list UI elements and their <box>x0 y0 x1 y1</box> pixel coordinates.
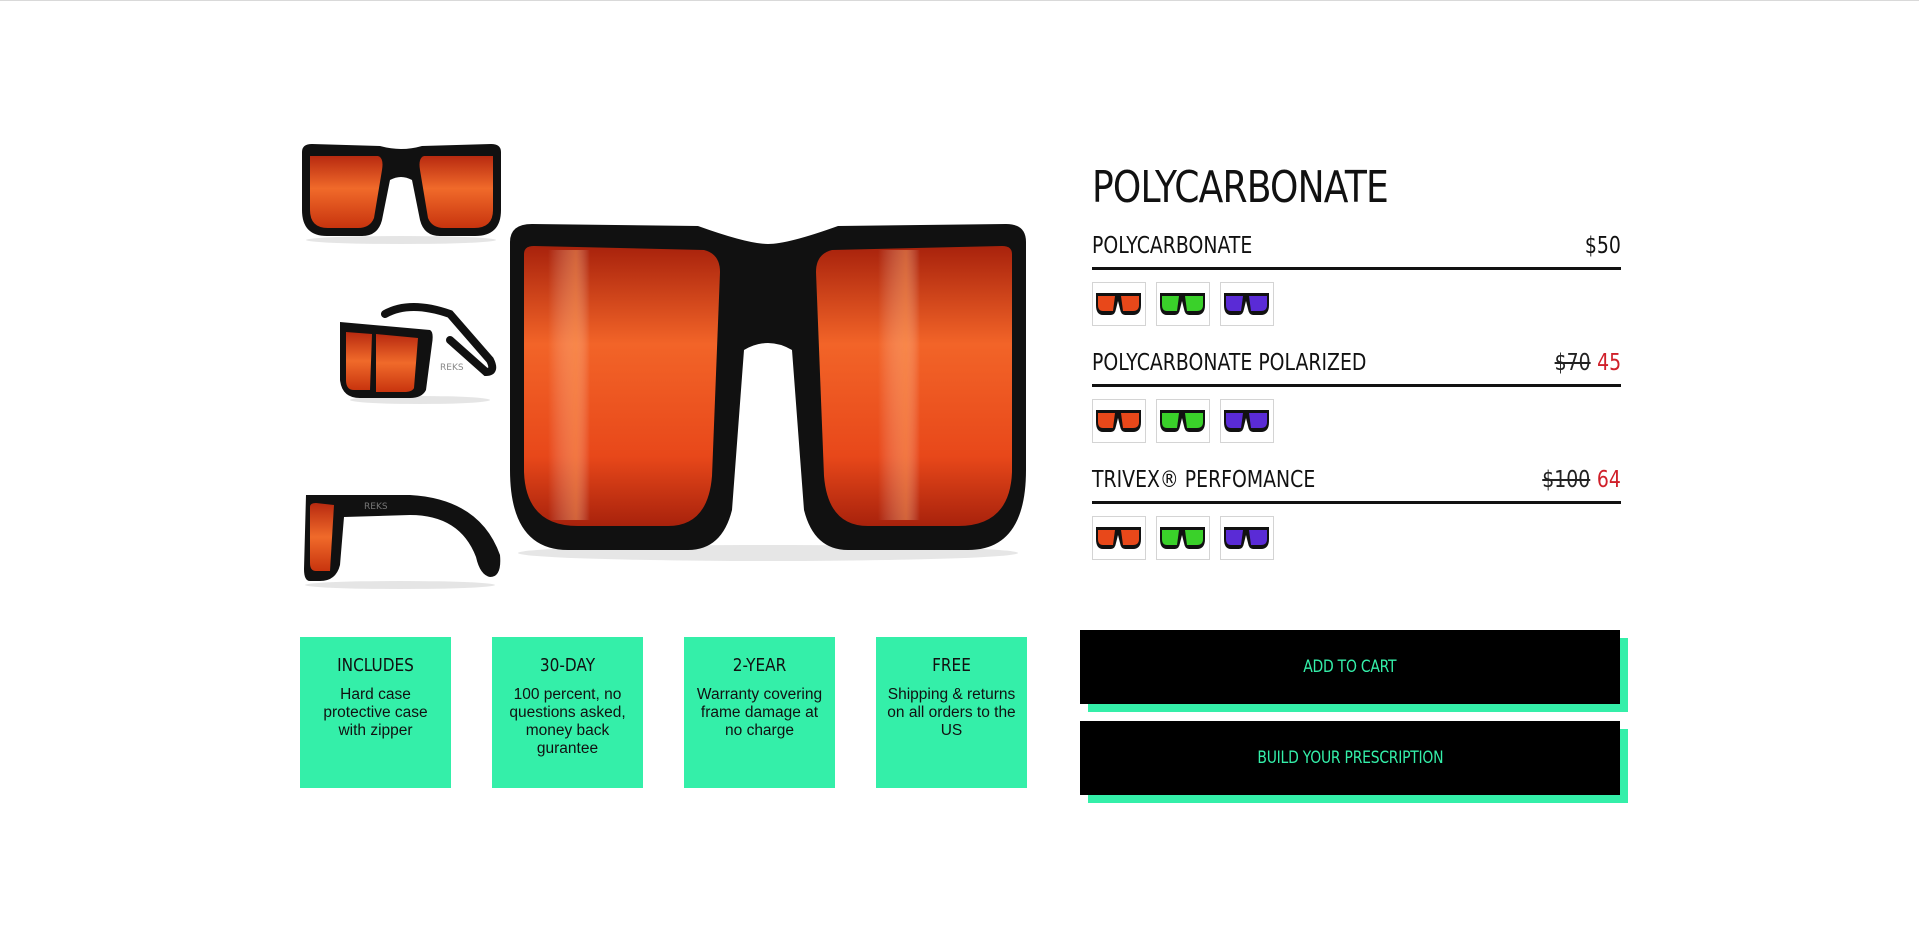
purple-lens-icon <box>1224 527 1269 549</box>
variant-header: TRIVEX® PERFOMANCE $100 64 <box>1092 467 1621 504</box>
feature-includes: INCLUDES Hard case protective case with … <box>300 637 451 788</box>
brand-logo: REKS <box>364 502 388 512</box>
add-to-cart-wrapper: ADD TO CART <box>1080 630 1628 712</box>
feature-heading: 30-DAY <box>539 655 596 676</box>
add-to-cart-label: ADD TO CART <box>1303 657 1397 677</box>
swatch-red-mirror[interactable] <box>1092 516 1146 560</box>
thumbnail-front[interactable] <box>300 140 503 245</box>
purple-lens-icon <box>1224 293 1269 315</box>
original-price: $100 <box>1542 467 1591 493</box>
sunglasses-angled-image: REKS <box>340 303 497 404</box>
purple-lens-icon <box>1224 410 1269 432</box>
price: $50 <box>1584 233 1621 259</box>
thumbnail-side[interactable]: REKS <box>300 485 503 590</box>
green-lens-icon <box>1160 293 1205 315</box>
feature-heading: INCLUDES <box>337 655 414 676</box>
sunglasses-main-image <box>510 224 1026 561</box>
green-lens-icon <box>1160 410 1205 432</box>
feature-text: Warranty covering frame damage at no cha… <box>696 686 823 739</box>
red-lens-icon <box>1096 293 1141 315</box>
build-prescription-wrapper: BUILD YOUR PRESCRIPTION <box>1080 721 1628 803</box>
lens-swatches <box>1092 516 1274 560</box>
swatch-purple-mirror[interactable] <box>1220 282 1274 326</box>
variant-name: POLYCARBONATE POLARIZED <box>1092 350 1367 376</box>
brand-logo: REKS <box>440 363 464 373</box>
feature-heading: 2-YEAR <box>732 655 787 676</box>
red-lens-icon <box>1096 527 1141 549</box>
green-lens-icon <box>1160 527 1205 549</box>
sale-price: 45 <box>1596 350 1621 376</box>
swatch-green-mirror[interactable] <box>1156 399 1210 443</box>
variant-header: POLYCARBONATE $50 <box>1092 233 1621 270</box>
swatch-green-mirror[interactable] <box>1156 282 1210 326</box>
lens-swatches <box>1092 282 1274 326</box>
variant-polycarbonate-polarized: POLYCARBONATE POLARIZED $70 45 <box>1092 350 1621 443</box>
red-lens-icon <box>1096 410 1141 432</box>
feature-free: FREE Shipping & returns on all orders to… <box>876 637 1027 788</box>
variant-price: $100 64 <box>1542 467 1621 493</box>
build-prescription-button[interactable]: BUILD YOUR PRESCRIPTION <box>1080 721 1620 795</box>
swatch-red-mirror[interactable] <box>1092 399 1146 443</box>
product-title: POLYCARBONATE <box>1092 162 1389 213</box>
variant-polycarbonate: POLYCARBONATE $50 <box>1092 233 1621 326</box>
sunglasses-front-image <box>302 144 501 244</box>
sale-price: 64 <box>1596 467 1621 493</box>
top-divider <box>0 0 1919 1</box>
variant-trivex-performance: TRIVEX® PERFOMANCE $100 64 <box>1092 467 1621 560</box>
swatch-purple-mirror[interactable] <box>1220 399 1274 443</box>
variant-price: $50 <box>1585 233 1621 259</box>
variant-price: $70 45 <box>1554 350 1621 376</box>
variant-name: TRIVEX® PERFOMANCE <box>1092 467 1316 493</box>
variant-name: POLYCARBONATE <box>1092 233 1253 259</box>
sunglasses-side-image: REKS <box>304 495 501 589</box>
swatch-green-mirror[interactable] <box>1156 516 1210 560</box>
feature-2-year: 2-YEAR Warranty covering frame damage at… <box>684 637 835 788</box>
add-to-cart-button[interactable]: ADD TO CART <box>1080 630 1620 704</box>
lens-swatches <box>1092 399 1274 443</box>
feature-text: Shipping & returns on all orders to the … <box>887 686 1016 739</box>
thumbnail-angled[interactable]: REKS <box>300 300 503 405</box>
feature-30-day: 30-DAY 100 percent, no questions asked, … <box>492 637 643 788</box>
build-prescription-label: BUILD YOUR PRESCRIPTION <box>1257 748 1443 768</box>
swatch-purple-mirror[interactable] <box>1220 516 1274 560</box>
feature-text: Hard case protective case with zipper <box>323 686 428 739</box>
main-product-image <box>508 220 1028 565</box>
feature-text: 100 percent, no questions asked, money b… <box>509 686 626 757</box>
feature-heading: FREE <box>932 655 971 676</box>
variant-header: POLYCARBONATE POLARIZED $70 45 <box>1092 350 1621 387</box>
original-price: $70 <box>1554 350 1591 376</box>
swatch-red-mirror[interactable] <box>1092 282 1146 326</box>
